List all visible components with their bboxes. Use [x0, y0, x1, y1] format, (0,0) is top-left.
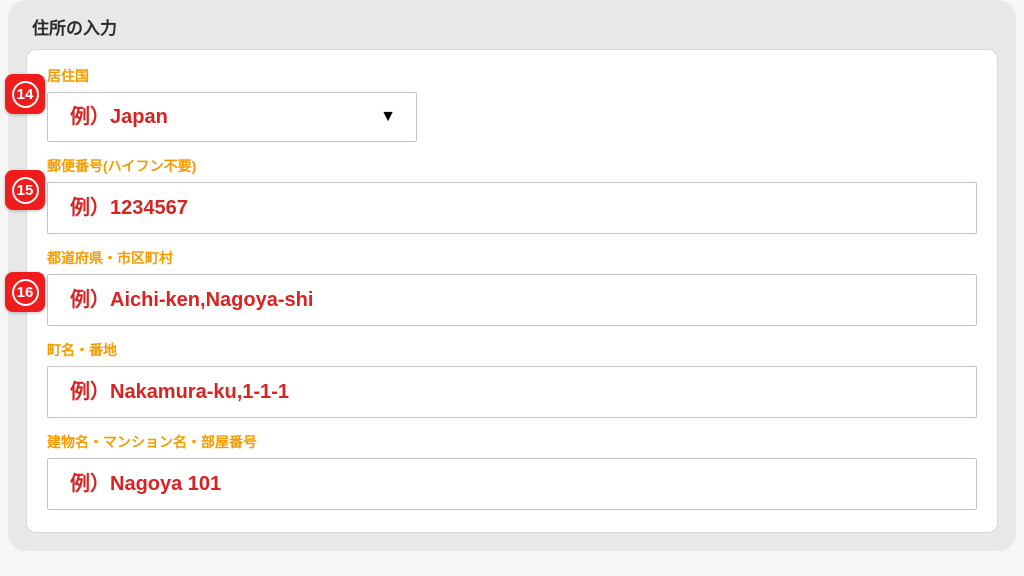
step-marker-16-number: 16	[12, 279, 39, 306]
field-building: 建物名・マンション名・部屋番号 例）Nagoya 101	[47, 432, 977, 510]
field-country: 居住国 例）Japan ▼	[47, 66, 977, 142]
section-title: 住所の入力	[32, 14, 998, 39]
field-prefecture-city: 都道府県・市区町村 例）Aichi-ken,Nagoya-shi	[47, 248, 977, 326]
street-input[interactable]: 例）Nakamura-ku,1-1-1	[47, 366, 977, 418]
step-marker-15-number: 15	[12, 177, 39, 204]
step-marker-16: 16	[5, 272, 45, 312]
postal-input[interactable]: 例）1234567	[47, 182, 977, 234]
label-prefecture-city: 都道府県・市区町村	[47, 248, 977, 268]
step-marker-15: 15	[5, 170, 45, 210]
country-select-value: 例）Japan	[70, 104, 168, 130]
label-building: 建物名・マンション名・部屋番号	[47, 432, 977, 452]
prefecture-city-input[interactable]: 例）Aichi-ken,Nagoya-shi	[47, 274, 977, 326]
postal-input-value: 例）1234567	[70, 197, 188, 219]
field-postal: 郵便番号(ハイフン不要) 例）1234567	[47, 156, 977, 234]
address-section-panel: 住所の入力 14 15 16 居住国 例）Japan ▼ 郵便番号(ハイフン不要…	[8, 0, 1016, 551]
building-input-value: 例）Nagoya 101	[70, 473, 221, 495]
label-street: 町名・番地	[47, 340, 977, 360]
street-input-value: 例）Nakamura-ku,1-1-1	[70, 381, 289, 403]
label-country: 居住国	[47, 66, 977, 86]
building-input[interactable]: 例）Nagoya 101	[47, 458, 977, 510]
chevron-down-icon: ▼	[380, 107, 396, 128]
address-form-panel: 14 15 16 居住国 例）Japan ▼ 郵便番号(ハイフン不要) 例）12…	[26, 49, 998, 533]
prefecture-city-input-value: 例）Aichi-ken,Nagoya-shi	[70, 289, 313, 311]
field-street: 町名・番地 例）Nakamura-ku,1-1-1	[47, 340, 977, 418]
label-postal: 郵便番号(ハイフン不要)	[47, 156, 977, 176]
country-select[interactable]: 例）Japan ▼	[47, 92, 417, 142]
step-marker-14-number: 14	[12, 81, 39, 108]
step-marker-14: 14	[5, 74, 45, 114]
